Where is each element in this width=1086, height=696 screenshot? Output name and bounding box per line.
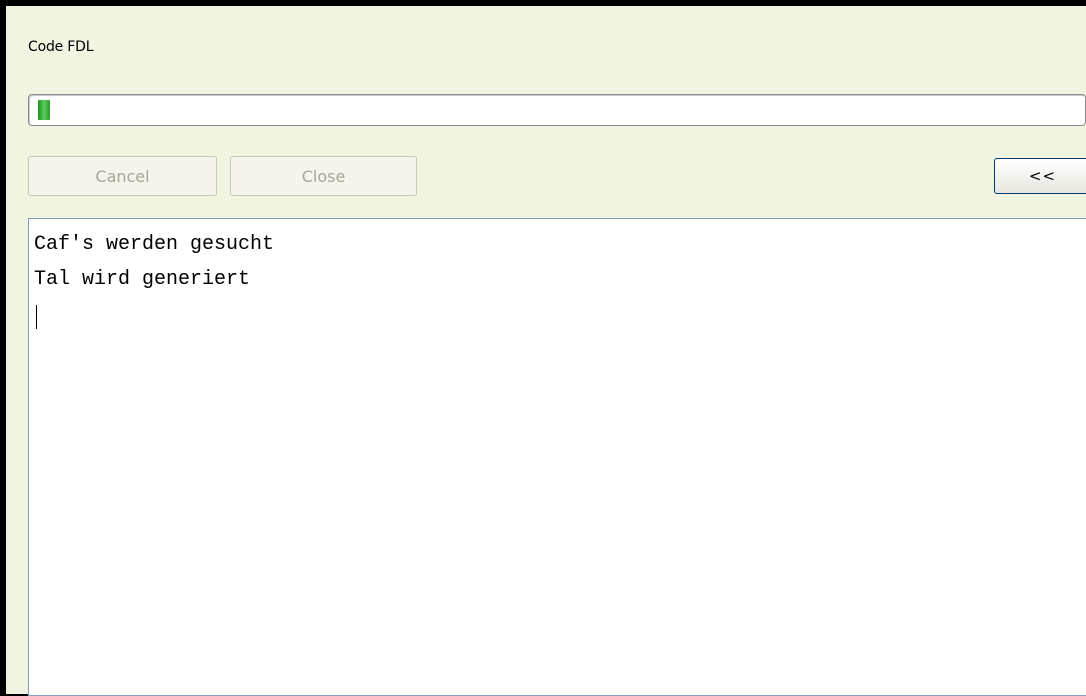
close-button[interactable]: Close [230, 156, 417, 196]
dialog-window: Code FDL Cancel Close << Caf's werden ge… [0, 0, 1086, 696]
text-cursor-line [34, 303, 1086, 338]
collapse-details-button[interactable]: << [994, 158, 1086, 194]
log-line: Caf's werden gesucht [34, 233, 275, 256]
cancel-button[interactable]: Cancel [28, 156, 217, 196]
progress-fill [38, 100, 50, 120]
progress-bar [28, 94, 1086, 126]
text-caret [36, 305, 37, 329]
dialog-title: Code FDL [28, 39, 94, 55]
log-line: Tal wird generiert [34, 268, 251, 291]
output-log[interactable]: Caf's werden gesucht Tal wird generiert [28, 218, 1086, 696]
